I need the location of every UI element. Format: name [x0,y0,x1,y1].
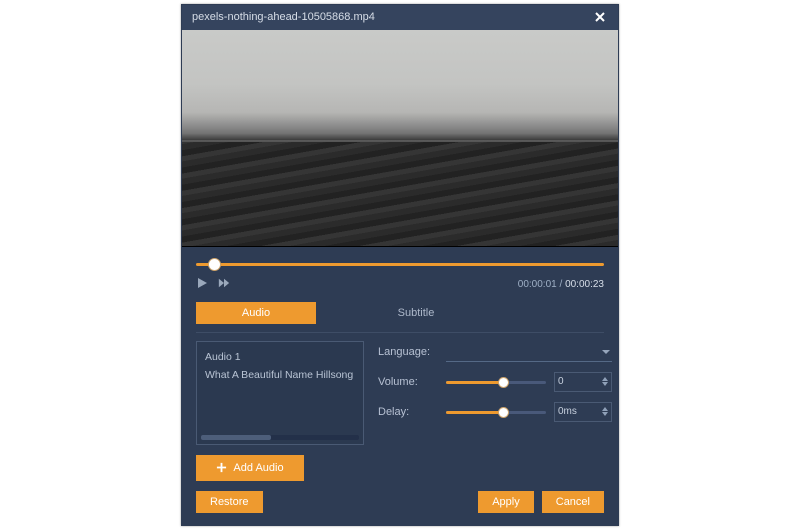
tab-audio[interactable]: Audio [196,302,316,324]
tab-bar: Audio Subtitle [196,302,604,324]
cancel-button[interactable]: Cancel [542,491,604,513]
dialog-footer: Restore Apply Cancel [182,481,618,525]
delay-slider[interactable] [446,406,546,418]
chevron-up-icon[interactable] [602,377,608,381]
video-preview [182,30,618,247]
volume-label: Volume: [378,376,438,388]
current-time: 00:00:01 [518,279,557,290]
play-button[interactable] [196,277,208,292]
duration-time: 00:00:23 [565,279,604,290]
volume-spinner[interactable]: 0 [554,372,612,392]
chevron-up-icon[interactable] [602,407,608,411]
audio-track-list[interactable]: Audio 1 What A Beautiful Name Hillsong [196,341,364,445]
time-display: 00:00:01 / 00:00:23 [518,279,604,290]
audio-editor-window: pexels-nothing-ahead-10505868.mp4 00:00:… [181,4,619,526]
language-dropdown[interactable] [446,343,612,362]
titlebar: pexels-nothing-ahead-10505868.mp4 [182,5,618,31]
horizontal-scrollbar[interactable] [201,435,359,440]
play-icon [196,277,208,289]
list-item[interactable]: What A Beautiful Name Hillsong [205,366,355,384]
language-label: Language: [378,346,438,358]
add-audio-label: Add Audio [233,462,283,474]
audio-panel: Audio 1 What A Beautiful Name Hillsong L… [196,332,604,445]
seek-slider[interactable] [196,257,604,271]
seek-thumb[interactable] [208,258,221,271]
apply-button[interactable]: Apply [478,491,534,513]
close-icon [595,12,605,22]
delay-value: 0ms [558,406,577,417]
volume-value: 0 [558,376,564,387]
volume-slider[interactable] [446,376,546,388]
add-audio-button[interactable]: Add Audio [196,455,304,481]
restore-button[interactable]: Restore [196,491,263,513]
fast-forward-button[interactable] [218,277,230,292]
chevron-down-icon[interactable] [602,412,608,416]
plus-icon [216,462,227,473]
player-controls: 00:00:01 / 00:00:23 [182,247,618,298]
fast-forward-icon [218,277,230,289]
list-item[interactable]: Audio 1 [205,348,355,366]
chevron-down-icon[interactable] [602,382,608,386]
delay-spinner[interactable]: 0ms [554,402,612,422]
close-button[interactable] [592,9,608,25]
chevron-down-icon [602,348,610,356]
audio-settings: Language: Volume: 0 De [378,341,612,445]
titlebar-filename: pexels-nothing-ahead-10505868.mp4 [192,11,375,23]
tab-subtitle[interactable]: Subtitle [356,302,476,324]
delay-label: Delay: [378,406,438,418]
